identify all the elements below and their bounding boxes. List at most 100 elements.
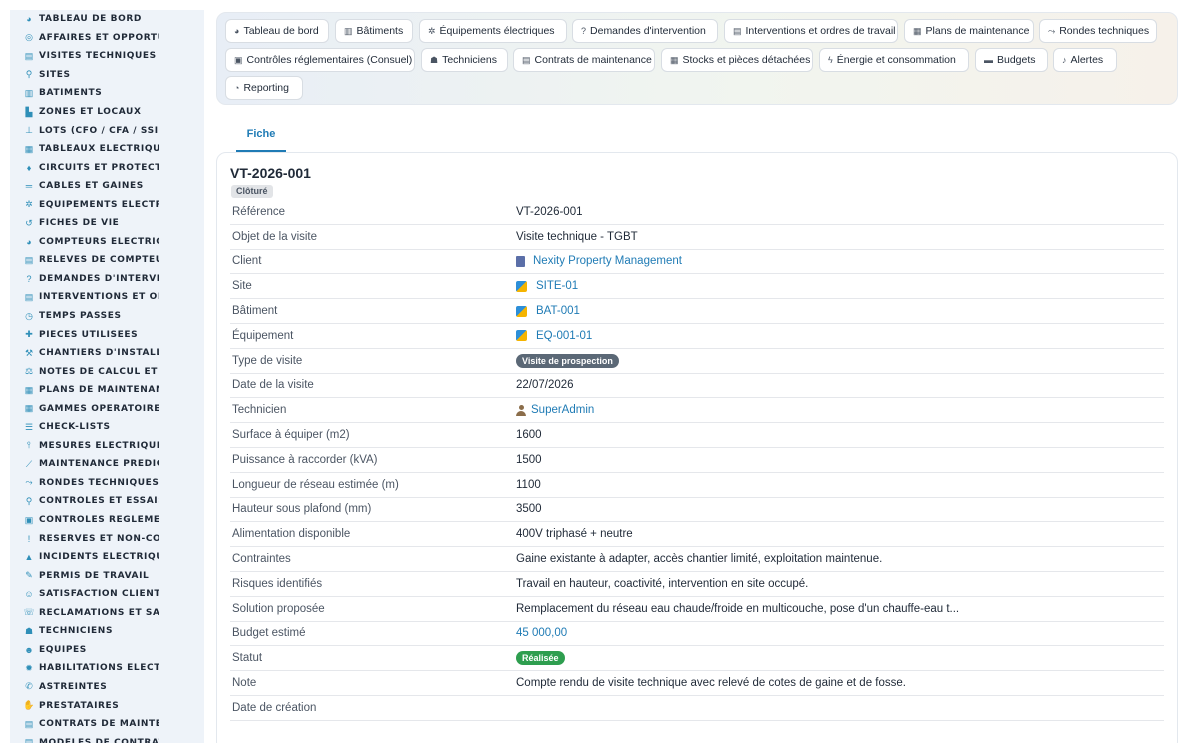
sidebar-item[interactable]: ▦ TABLEAUX ÉLECTRIQUES [10,140,204,159]
sidebar-item[interactable]: ⚖ NOTES DE CALCUL ET ÉTUDES [10,362,204,381]
sidebar-item-label: PIÈCES UTILISÉES [39,329,139,340]
nav-pill-label: Tableau de bord [243,25,319,37]
field-value-text: Travail en hauteur, coactivité, interven… [516,577,809,590]
nav-pill-label: Bâtiments [356,25,404,37]
nav-pill-label: Contrats de maintenance [534,54,652,66]
sidebar-item[interactable]: ☻ ÉQUIPES [10,641,204,660]
sidebar-item[interactable]: ☏ RÉCLAMATIONS ET SAV [10,604,204,623]
sidebar-item[interactable]: ⚒ CHANTIERS D'INSTALLATION [10,344,204,363]
sidebar-item[interactable]: ✆ ASTREINTES [10,678,204,697]
field-value-link[interactable]: 45 000,00 [516,627,567,639]
sidebar-item[interactable]: ✲ ÉQUIPEMENTS ÉLECTRIQUES [10,195,204,214]
field-value-link[interactable]: SITE-01 [536,280,578,292]
sidebar-item[interactable]: ☺ SATISFACTION CLIENT [10,585,204,604]
sidebar-item[interactable]: ⤳ RONDES TECHNIQUES [10,474,204,493]
sidebar-item[interactable]: ◎ AFFAIRES ET OPPORTUNITÉS [10,29,204,48]
sidebar-item[interactable]: ═ CÂBLES ET GAINES [10,177,204,196]
sidebar-item[interactable]: ↺ FICHES DE VIE [10,214,204,233]
sidebar-item[interactable]: ⚲ CONTRÔLES ET ESSAIS [10,492,204,511]
sidebar-item[interactable]: ⟋ MAINTENANCE PRÉDICTIVE [10,455,204,474]
sidebar-item-label: AFFAIRES ET OPPORTUNITÉS [39,32,159,43]
nav-pill-label: Contrôles réglementaires (Consuel) [246,54,413,66]
sidebar-item-label: TABLEAUX ÉLECTRIQUES [39,144,159,155]
tab-fiche[interactable]: Fiche [236,118,286,152]
sidebar-item[interactable]: ▤ MODÈLES DE CONTRATS [10,733,204,743]
sidebar-item[interactable]: ▦ PLANS DE MAINTENANCE [10,381,204,400]
sidebar-item[interactable]: ▥ BÂTIMENTS [10,84,204,103]
nav-pill[interactable]: ▤ Contrats de maintenance [513,48,655,72]
sidebar-item[interactable]: ▤ RELEVÉS DE COMPTEURS [10,251,204,270]
sidebar-item-label: CIRCUITS ET PROTECTIONS [39,162,159,173]
nav-pill[interactable]: ▣ Contrôles réglementaires (Consuel) [225,48,415,72]
sidebar-item[interactable]: ▤ VISITES TECHNIQUES ET [10,47,204,66]
sidebar-item[interactable]: ✹ HABILITATIONS ÉLECTRIQUES [10,659,204,678]
sidebar-item-label: SATISFACTION CLIENT [39,589,159,600]
sidebar-item[interactable]: ⚲ SITES [10,66,204,85]
nav-pill[interactable]: ϟ Énergie et consommation [819,48,969,72]
sidebar-item[interactable]: ✋ PRESTATAIRES [10,696,204,715]
nav-pill[interactable]: ☗ Techniciens [421,48,508,72]
nav-pill[interactable]: ◔ Reporting [225,76,303,100]
sidebar-item[interactable]: ▲ INCIDENTS ÉLECTRIQUES [10,548,204,567]
sidebar-item[interactable]: ▙ ZONES ET LOCAUX [10,103,204,122]
nav-pill-label: Plans de maintenance [925,25,1030,37]
sidebar-item[interactable]: ◕ TABLEAU DE BORD [10,10,204,29]
sidebar-item-label: MAINTENANCE PRÉDICTIVE [39,459,159,470]
sidebar-item[interactable]: ▣ CONTRÔLES RÉGLEMENTAIRES [10,511,204,530]
map-pin-icon: ⚲ [25,69,33,80]
field-value: Compte rendu de visite technique avec re… [516,677,1164,689]
sidebar-item-label: PRESTATAIRES [39,700,120,711]
sidebar-item[interactable]: ▤ INTERVENTIONS ET ORDRES [10,288,204,307]
field-value: Travail en hauteur, coactivité, interven… [516,578,1164,590]
field-row: Bâtiment BAT-001 [230,299,1164,324]
sidebar-item[interactable]: ☗ TECHNICIENS [10,622,204,641]
cogs-icon: ✲ [25,199,33,210]
sidebar-item[interactable]: ◕ COMPTEURS ÉLECTRIQUES [10,233,204,252]
sidebar-item[interactable]: ☰ CHECK-LISTS [10,418,204,437]
sidebar-item[interactable]: ⊥ LOTS (CFO / CFA / SSI...) [10,121,204,140]
sidebar-item[interactable]: ⫯ MESURES ÉLECTRIQUES [10,437,204,456]
nav-pill-label: Énergie et consommation [836,54,956,66]
nav-pill[interactable]: ♪ Alertes [1053,48,1117,72]
door-icon: ▙ [25,106,33,117]
field-value-text: 1600 [516,429,542,442]
sidebar-item[interactable]: ? DEMANDES D'INTERVENTION [10,270,204,289]
sidebar-item-label: GAMMES OPÉRATOIRES [39,403,159,414]
sidebar-item[interactable]: ▤ CONTRATS DE MAINTENANCE [10,715,204,734]
field-value-link[interactable]: EQ-001-01 [536,330,592,342]
sidebar-item-label: BÂTIMENTS [39,88,103,99]
nav-pill[interactable]: ⤳ Rondes techniques [1039,19,1157,43]
nav-pill[interactable]: ▤ Interventions et ordres de travail [724,19,898,43]
field-label: Date de la visite [232,379,314,392]
field-value-text: VT-2026-001 [516,205,583,218]
nav-pill[interactable]: ▥ Bâtiments [335,19,413,43]
sidebar-item[interactable]: ◷ TEMPS PASSÉS [10,307,204,326]
file-signature-icon: ✎ [25,570,33,581]
sidebar-item[interactable]: ✎ PERMIS DE TRAVAIL [10,566,204,585]
sidebar-item-label: ASTREINTES [39,681,108,692]
nav-pill[interactable]: ▬ Budgets [975,48,1048,72]
nav-pill[interactable]: ? Demandes d'intervention [572,19,718,43]
field-value-link[interactable]: BAT-001 [536,305,580,317]
field-label: Risques identifiés [232,577,323,590]
field-row: Date de la visite 22/07/2026 [230,374,1164,399]
sidebar-item-label: MESURES ÉLECTRIQUES [39,440,159,451]
target-icon: ◎ [25,32,33,43]
sidebar-item-label: PERMIS DE TRAVAIL [39,570,150,581]
field-value: Gaine existante à adapter, accès chantie… [516,553,1164,565]
sidebar-item-label: TEMPS PASSÉS [39,311,122,322]
certificate-icon: ✹ [25,662,33,673]
field-value-link[interactable]: Nexity Property Management [533,255,682,267]
nav-pill[interactable]: ◕ Tableau de bord [225,19,329,43]
sidebar-item[interactable]: ! RÉSERVES ET NON-CONFORMITÉS [10,529,204,548]
field-label: Hauteur sous plafond (mm) [232,503,372,516]
nav-pill[interactable]: ▦ Stocks et pièces détachées [661,48,813,72]
nav-pill[interactable]: ▦ Plans de maintenance [904,19,1034,43]
sidebar-item[interactable]: ♦ CIRCUITS ET PROTECTIONS [10,158,204,177]
nav-pill[interactable]: ✲ Équipements électriques [419,19,567,43]
sidebar-item[interactable]: ✚ PIÈCES UTILISÉES [10,325,204,344]
field-value-link[interactable]: SuperAdmin [531,404,594,416]
sidebar-item[interactable]: ▦ GAMMES OPÉRATOIRES [10,399,204,418]
sidebar-item-label: RÉSERVES ET NON-CONFORMITÉS [39,533,159,544]
clipboard-icon: ▤ [733,25,742,36]
